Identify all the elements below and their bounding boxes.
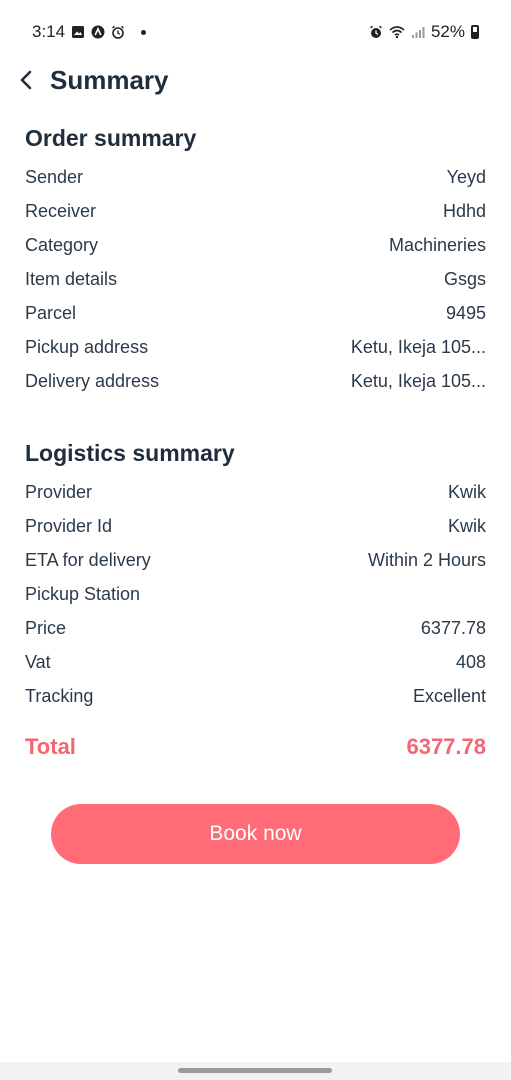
row-value: Machineries (388, 235, 486, 255)
order-row-sender: Sender Yeyd (25, 167, 486, 193)
row-label: Pickup address (25, 337, 149, 357)
gallery-icon (72, 26, 85, 38)
dot-icon (141, 29, 147, 35)
navigation-bar (0, 1062, 511, 1080)
status-bar: 3:14 52% (0, 0, 511, 64)
battery-percent: 52% (430, 22, 465, 41)
row-label: Delivery address (25, 371, 160, 391)
row-label: Item details (25, 269, 118, 289)
row-label: ETA for delivery (25, 550, 151, 570)
logistics-summary-title: Logistics summary (25, 440, 235, 466)
row-label: Tracking (25, 686, 94, 706)
logistics-row-price: Price 6377.78 (25, 618, 486, 644)
total-value: 6377.78 (406, 734, 486, 759)
row-value: 6377.78 (420, 618, 486, 638)
status-time: 3:14 (32, 22, 66, 41)
order-row-parcel: Parcel 9495 (25, 303, 486, 329)
row-value: 408 (455, 652, 486, 672)
logistics-row-vat: Vat 408 (25, 652, 486, 678)
row-value: Gsgs (443, 269, 486, 289)
order-row-delivery-address: Delivery address Ketu, Ikeja 105... (25, 371, 486, 397)
order-summary-title: Order summary (25, 125, 197, 151)
row-label: Provider (25, 482, 93, 502)
row-label: Category (25, 235, 99, 255)
row-value: Ketu, Ikeja 105... (350, 371, 486, 391)
row-value: Ketu, Ikeja 105... (350, 337, 486, 357)
book-now-button[interactable]: Book now (51, 804, 460, 864)
back-button[interactable] (14, 66, 40, 94)
alarm-icon (370, 25, 382, 38)
row-value: Yeyd (446, 167, 486, 187)
logistics-row-provider-id: Provider Id Kwik (25, 516, 486, 542)
header: Summary (0, 60, 511, 104)
logistics-row-provider: Provider Kwik (25, 482, 486, 508)
page-title: Summary (50, 65, 169, 95)
row-value: Kwik (447, 516, 486, 536)
row-value: 9495 (445, 303, 486, 323)
battery-icon (471, 25, 479, 39)
row-value: Hdhd (442, 201, 486, 221)
alarm-icon (112, 25, 125, 39)
signal-icon (411, 27, 425, 38)
app-icon (91, 25, 105, 39)
total-label: Total (25, 734, 76, 759)
row-label: Price (25, 618, 67, 638)
row-label: Vat (25, 652, 51, 672)
row-value: Within 2 Hours (367, 550, 486, 570)
order-row-category: Category Machineries (25, 235, 486, 261)
order-row-pickup-address: Pickup address Ketu, Ikeja 105... (25, 337, 486, 363)
order-row-item-details: Item details Gsgs (25, 269, 486, 295)
status-right: 52% (369, 22, 479, 42)
chevron-left-icon (20, 70, 32, 90)
row-label: Provider Id (25, 516, 113, 536)
home-handle[interactable] (178, 1068, 332, 1073)
row-label: Sender (25, 167, 84, 187)
logistics-row-eta: ETA for delivery Within 2 Hours (25, 550, 486, 576)
row-value: Kwik (447, 482, 486, 502)
logistics-row-tracking: Tracking Excellent (25, 686, 486, 712)
row-label: Receiver (25, 201, 97, 221)
order-row-receiver: Receiver Hdhd (25, 201, 486, 227)
status-left: 3:14 (32, 22, 147, 42)
row-value: Excellent (412, 686, 486, 706)
wifi-icon (389, 26, 405, 39)
row-label: Pickup Station (25, 584, 141, 604)
logistics-row-pickup-station: Pickup Station (25, 584, 486, 610)
row-label: Parcel (25, 303, 77, 323)
